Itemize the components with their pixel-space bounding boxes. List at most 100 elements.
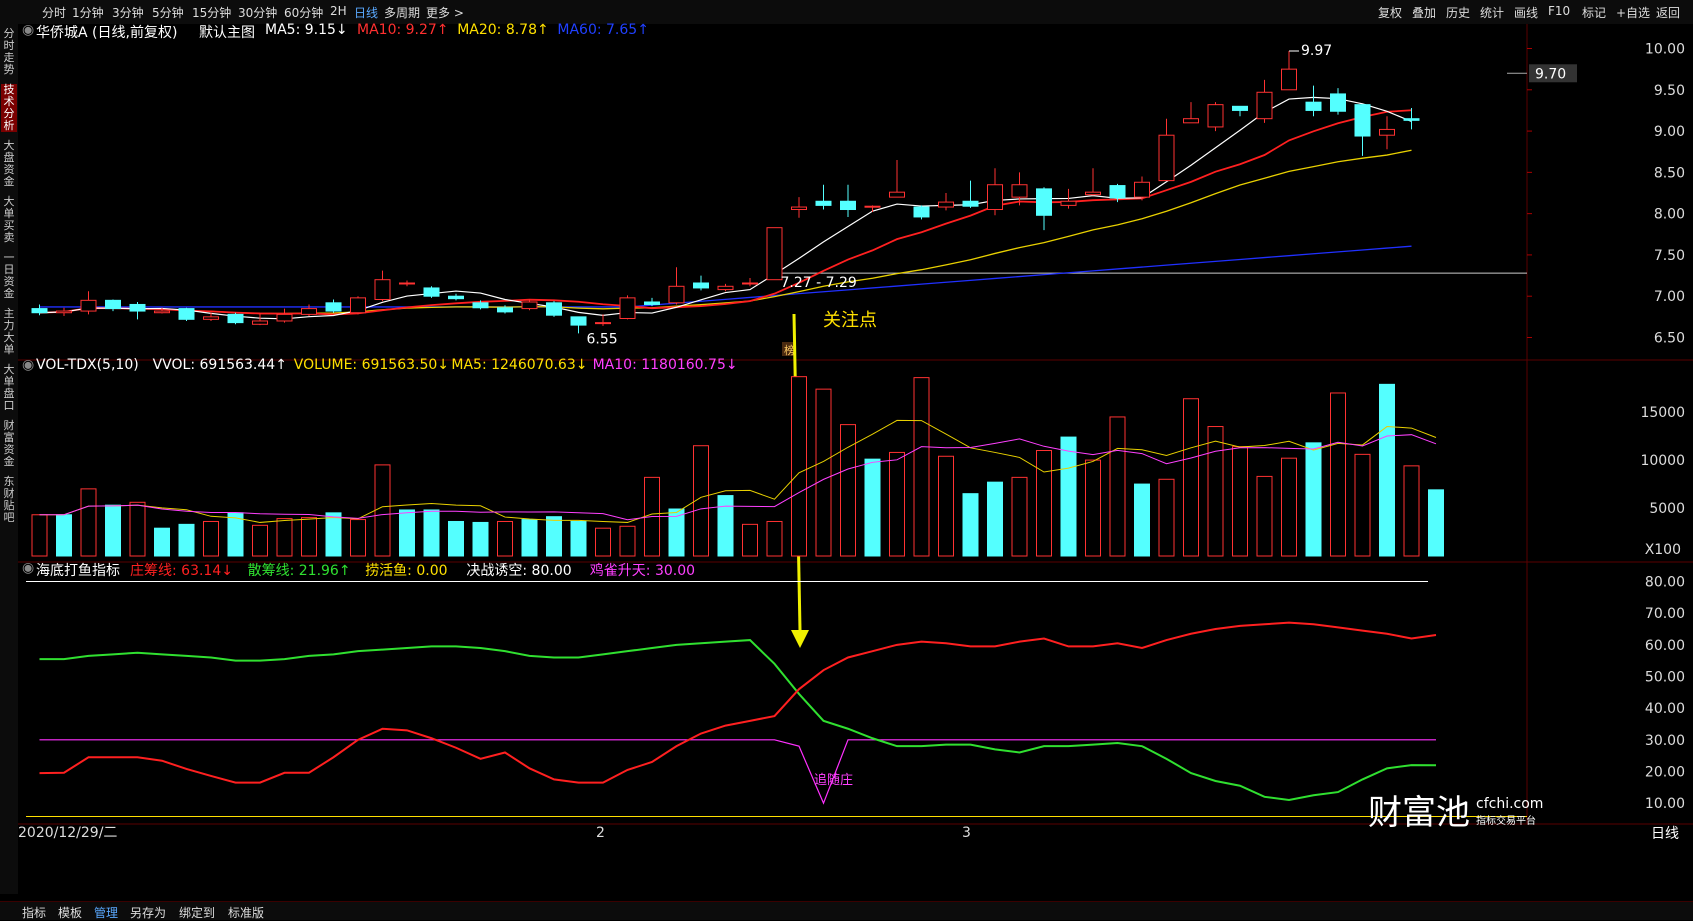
bottom-toolbar: 指标 模板 管理 另存为 绑定到 标准版 <box>0 901 1693 920</box>
volume-bar <box>1354 453 1371 557</box>
candle-body <box>350 297 366 314</box>
candle-body <box>1403 118 1420 121</box>
volume-indicator-0: VVOL: 691563.44↑ <box>152 357 287 373</box>
main-panel-menu-icon[interactable]: ◉ <box>22 22 34 38</box>
volume-bar <box>252 524 268 557</box>
x-mark-label: 3 <box>962 825 971 841</box>
tool-1-button[interactable]: 叠加 <box>1412 4 1436 21</box>
candle-body <box>570 316 587 326</box>
volume-tick-label: 15000 <box>1640 405 1685 421</box>
bottom-tab-1[interactable]: 模板 <box>58 904 82 921</box>
volume-bar <box>1109 416 1126 557</box>
candle-body <box>1085 191 1101 196</box>
volume-bar <box>1305 442 1322 557</box>
bottom-tab-2[interactable]: 管理 <box>94 904 118 921</box>
tool-0-button[interactable]: 复权 <box>1378 4 1402 21</box>
volume-bar <box>570 520 587 557</box>
volume-bar <box>619 525 636 557</box>
fish-indicator-1: 散筹线: 21.96↑ <box>247 563 351 579</box>
volume-indicator-3: MA10: 1180160.75↓ <box>592 357 738 373</box>
x-period-label: 日线 <box>1651 826 1679 842</box>
tool-8-button[interactable]: 返回 <box>1656 4 1680 21</box>
candle-body <box>1207 104 1224 128</box>
candle-body <box>1281 68 1297 91</box>
candle-body <box>913 206 930 218</box>
side-tab-7[interactable]: 财富资金 <box>1 420 17 468</box>
indicator-panel-menu-icon[interactable]: ◉ <box>22 560 34 576</box>
candle-body <box>105 299 121 310</box>
chart-area[interactable]: 10.00 9.50 9.00 8.50 8.00 7.50 7.00 6.50 9.97 6.5… <box>18 24 1693 900</box>
period-1-button[interactable]: 1分钟 <box>72 4 104 21</box>
price-tick-label: 6.50 <box>1654 330 1685 346</box>
side-tab-6[interactable]: 大单盘口 <box>1 364 17 412</box>
volume-bar <box>1403 465 1420 557</box>
candle-body <box>889 191 905 198</box>
side-tab-1[interactable]: 技术分析 <box>1 84 17 132</box>
price-tick-label: 10.00 <box>1645 42 1685 58</box>
indicator-tick-label: 50.00 <box>1645 670 1685 686</box>
period-5-button[interactable]: 30分钟 <box>238 4 277 21</box>
high-price-label: 9.97 <box>1301 43 1332 59</box>
side-tab-8[interactable]: 东财贴吧 <box>1 476 17 524</box>
period-0-button[interactable]: 分时 <box>42 4 66 21</box>
candle-body <box>521 301 538 310</box>
candle-body <box>472 302 489 309</box>
ma-indicator-0: MA5: 9.15↓ <box>265 22 348 38</box>
indicator-tick-label: 40.00 <box>1645 701 1685 717</box>
volume-bar <box>1134 483 1150 557</box>
indicator-title: 海底打鱼指标 <box>36 563 120 579</box>
period-2-button[interactable]: 3分钟 <box>112 4 144 21</box>
tool-7-button[interactable]: +自选 <box>1616 4 1650 21</box>
period-8-button[interactable]: 日线 <box>354 4 378 21</box>
volume-bar <box>1158 478 1175 557</box>
candle-body <box>938 201 954 208</box>
tool-4-button[interactable]: 画线 <box>1514 4 1538 21</box>
indicator-tick-label: 10.00 <box>1645 796 1685 812</box>
candle-body <box>1330 93 1346 112</box>
period-3-button[interactable]: 5分钟 <box>152 4 184 21</box>
candle-body <box>668 285 685 304</box>
ma-indicator-2: MA20: 8.78↑ <box>457 22 549 38</box>
volume-indicator-1: VOLUME: 691563.50↓ <box>293 357 450 373</box>
period-6-button[interactable]: 60分钟 <box>284 4 323 21</box>
price-tick-label: 8.50 <box>1654 165 1685 181</box>
period-7-button[interactable]: 2H <box>330 4 347 18</box>
volume-bar <box>864 458 881 557</box>
volume-bar <box>276 518 293 557</box>
candle-body <box>766 227 783 281</box>
candle-body <box>742 282 758 285</box>
bottom-tab-5[interactable]: 标准版 <box>228 904 264 921</box>
candle-body <box>252 320 268 325</box>
tool-6-button[interactable]: 标记 <box>1582 4 1606 21</box>
bottom-tab-0[interactable]: 指标 <box>22 904 46 921</box>
price-tick-label: 7.50 <box>1654 248 1685 264</box>
candle-body <box>619 297 636 319</box>
price-tick-label: 9.50 <box>1654 83 1685 99</box>
period-9-button[interactable]: 多周期 <box>384 4 420 21</box>
bottom-tab-3[interactable]: 另存为 <box>130 904 166 921</box>
tool-3-button[interactable]: 统计 <box>1480 4 1504 21</box>
side-tab-0[interactable]: 分时走势 <box>1 28 17 76</box>
period-10-button[interactable]: 更多 > <box>426 4 464 21</box>
tool-2-button[interactable]: 历史 <box>1446 4 1470 21</box>
volume-bar <box>1085 459 1101 557</box>
side-tab-3[interactable]: 大单买卖 <box>1 196 17 244</box>
side-tab-4[interactable]: 一日资金 <box>1 252 17 300</box>
volume-indicator-2: MA5: 1246070.63↓ <box>451 357 588 373</box>
volume-bar <box>889 451 905 557</box>
template-name: 默认主图 <box>199 25 255 41</box>
bottom-tab-4[interactable]: 绑定到 <box>179 904 215 921</box>
candle-body <box>546 302 562 316</box>
price-tick-label: 9.00 <box>1654 124 1685 140</box>
candle-body <box>423 287 440 297</box>
side-tab-2[interactable]: 大盘资金 <box>1 140 17 188</box>
side-tab-5[interactable]: 主力大单 <box>1 308 17 356</box>
volume-bar <box>399 509 415 557</box>
period-4-button[interactable]: 15分钟 <box>192 4 231 21</box>
tool-5-button[interactable]: F10 <box>1548 4 1570 18</box>
candle-body <box>987 184 1003 211</box>
volume-panel-menu-icon[interactable]: ◉ <box>22 357 34 373</box>
volume-bar <box>742 523 758 557</box>
volume-bar <box>521 519 538 557</box>
volume-bar <box>448 520 464 557</box>
